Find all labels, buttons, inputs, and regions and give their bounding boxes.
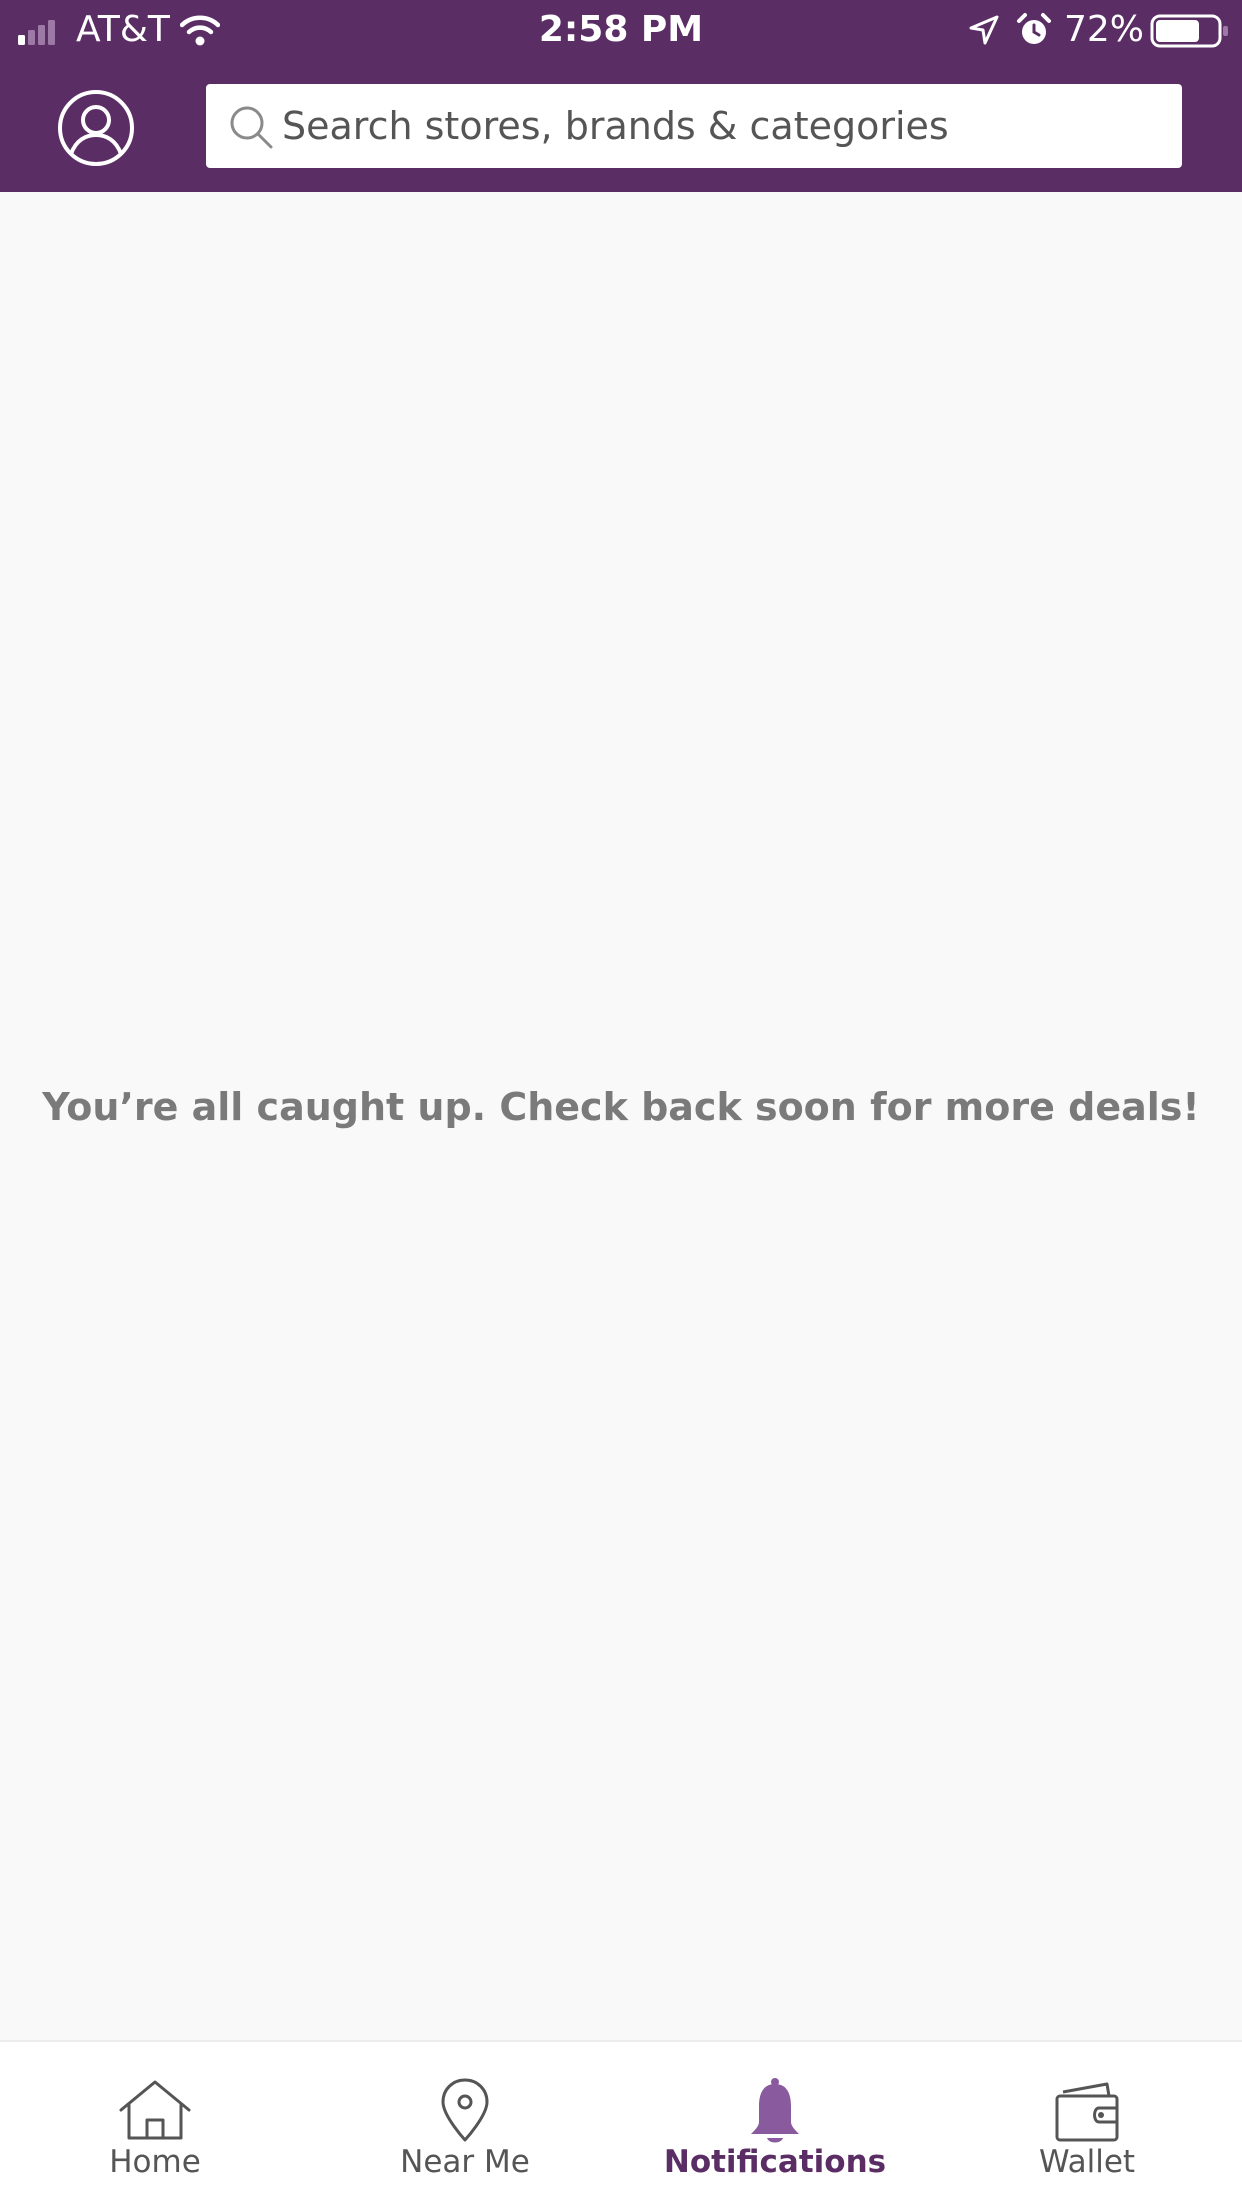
tab-near-me[interactable]: Near Me	[310, 2042, 620, 2208]
wallet-icon	[1055, 2082, 1119, 2142]
tab-wallet[interactable]: Wallet	[932, 2042, 1242, 2208]
search-input[interactable]	[282, 84, 1162, 168]
tab-label: Home	[109, 2144, 201, 2180]
user-circle-icon	[58, 90, 134, 166]
battery-percent: 72%	[1064, 9, 1145, 50]
map-pin-icon	[441, 2078, 489, 2142]
alarm-icon	[1017, 13, 1051, 44]
profile-button[interactable]	[56, 88, 136, 168]
notifications-content: You’re all caught up. Check back soon fo…	[0, 192, 1242, 2040]
tab-label: Near Me	[400, 2144, 530, 2180]
status-bar: AT&T 2:58 PM 72%	[0, 0, 1242, 62]
location-arrow-icon	[969, 15, 999, 45]
battery-icon	[1150, 14, 1228, 48]
tab-label: Wallet	[1038, 2144, 1136, 2180]
tab-notifications[interactable]: Notifications	[620, 2042, 930, 2208]
tab-bar: Home Near Me Notifications Wallet	[0, 2040, 1242, 2208]
app-header	[0, 62, 1242, 192]
tab-label: Notifications	[663, 2144, 887, 2180]
bell-icon	[751, 2078, 799, 2143]
tab-home[interactable]: Home	[0, 2042, 310, 2208]
house-icon	[119, 2080, 191, 2140]
empty-state-message: You’re all caught up. Check back soon fo…	[42, 1085, 1200, 1129]
status-time: 2:58 PM	[538, 9, 704, 50]
search-bar[interactable]	[206, 84, 1182, 168]
search-icon	[230, 106, 273, 149]
